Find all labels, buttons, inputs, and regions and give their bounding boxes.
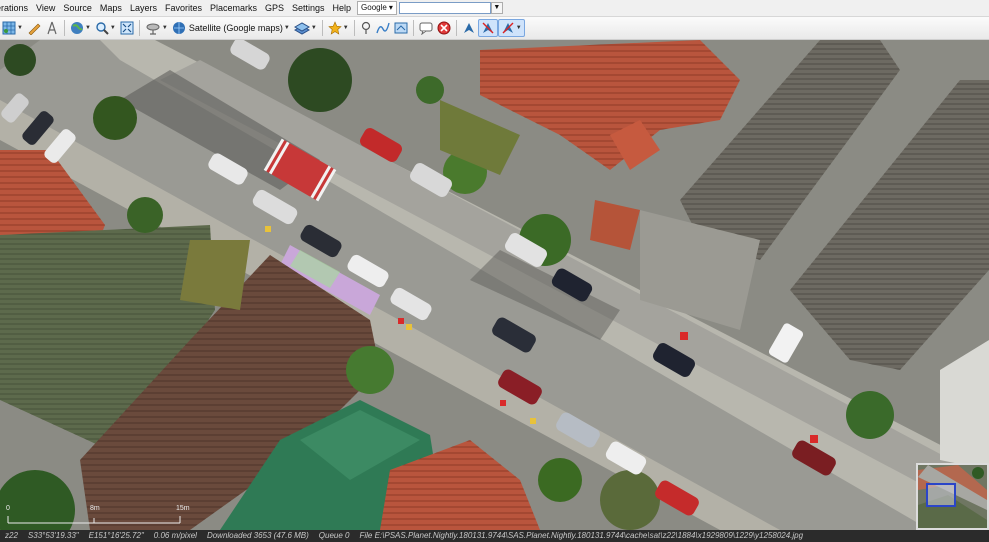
menu-settings[interactable]: Settings <box>288 0 329 16</box>
search-provider-label: Google <box>361 3 387 12</box>
globe-button[interactable]: ▼ <box>68 19 93 37</box>
toolbar-separator <box>321 20 323 36</box>
compass-distance-icon <box>47 21 57 35</box>
scale-label-end: 15m <box>176 505 190 512</box>
search-dropdown-button[interactable]: ▼ <box>490 2 503 14</box>
status-zoom: z22 <box>5 531 18 540</box>
scale-label-mid: 8m <box>90 505 100 512</box>
toolbar-separator <box>138 20 140 36</box>
toolbar-separator <box>412 20 414 36</box>
toolbar-separator <box>63 20 65 36</box>
grid-layer-button[interactable]: ▼ <box>0 19 25 37</box>
scale-label-start: 0 <box>6 505 10 512</box>
messages-button[interactable] <box>417 19 435 37</box>
scale-bar: 0 8m 15m <box>6 505 196 519</box>
menu-operations[interactable]: erations <box>0 0 32 16</box>
favorite-star-icon <box>328 21 342 35</box>
add-placemark-button[interactable] <box>358 19 374 37</box>
gps-settings-icon <box>502 22 514 34</box>
map-type-select[interactable]: Satellite (Google maps) ▼ <box>170 19 292 37</box>
toolbar-separator <box>353 20 355 36</box>
menu-source[interactable]: Source <box>59 0 96 16</box>
status-longitude: E151°16'25.72" <box>88 531 144 540</box>
mini-map-viewport[interactable] <box>926 483 956 507</box>
menu-bar: erations View Source Maps Layers Favorit… <box>0 0 989 17</box>
search-provider-select[interactable]: Google ▾ <box>357 1 397 15</box>
status-latitude: S33°53'19.33" <box>27 531 79 540</box>
gps-settings-button[interactable]: ▼ <box>497 19 525 37</box>
stop-icon <box>437 21 451 35</box>
path-icon <box>376 22 390 34</box>
status-resolution: 0.06 m/pixel <box>153 531 197 540</box>
menu-favorites[interactable]: Favorites <box>161 0 206 16</box>
satellite-dish-icon <box>146 23 160 35</box>
map-type-label: Satellite (Google maps) <box>188 23 283 33</box>
gps-track-icon <box>463 23 474 33</box>
chevron-down-icon: ▾ <box>388 3 393 12</box>
distance-button[interactable] <box>43 19 61 37</box>
add-path-button[interactable] <box>374 19 392 37</box>
pencil-ruler-icon <box>28 23 41 35</box>
menu-help[interactable]: Help <box>329 0 356 16</box>
satellite-source-button[interactable]: ▼ <box>143 19 170 37</box>
gps-center-icon <box>482 22 494 34</box>
message-icon <box>419 22 433 35</box>
gps-track-button[interactable] <box>460 19 478 37</box>
menu-view[interactable]: View <box>32 0 59 16</box>
map-view[interactable] <box>0 40 989 530</box>
mini-map[interactable] <box>916 463 989 530</box>
zoom-icon <box>96 22 109 35</box>
status-bar: z22 S33°53'19.33" E151°16'25.72" 0.06 m/… <box>0 530 989 542</box>
ruler-button[interactable] <box>25 19 43 37</box>
layers-button[interactable]: ▼ <box>292 19 319 37</box>
toolbar-separator <box>455 20 457 36</box>
fullscreen-icon <box>120 21 134 35</box>
add-polygon-button[interactable] <box>392 19 410 37</box>
polygon-icon <box>394 22 408 34</box>
search-input[interactable] <box>398 2 491 14</box>
gps-center-button[interactable] <box>477 19 498 37</box>
menu-layers[interactable]: Layers <box>126 0 161 16</box>
zoom-button[interactable]: ▼ <box>93 19 118 37</box>
satellite-map[interactable] <box>0 40 989 530</box>
menu-gps[interactable]: GPS <box>261 0 288 16</box>
main-toolbar: ▼ ▼ ▼ ▼ Satellite (Google maps) ▼ ▼ ▼ ▼ <box>0 17 989 40</box>
menu-maps[interactable]: Maps <box>96 0 126 16</box>
layer-overlay-icon <box>293 22 310 35</box>
map-source-globe-icon <box>172 22 185 34</box>
menu-placemarks[interactable]: Placemarks <box>206 0 261 16</box>
stop-button[interactable] <box>435 19 453 37</box>
status-file-path: File E:\PSAS.Planet.Nightly.180131.9744\… <box>359 531 804 540</box>
favorites-button[interactable]: ▼ <box>326 19 351 37</box>
grid-layer-icon <box>2 21 16 35</box>
status-downloaded: Downloaded 3653 (47.6 MB) <box>206 531 309 540</box>
globe-icon <box>70 22 83 34</box>
placemark-pin-icon <box>361 21 370 34</box>
status-queue: Queue 0 <box>318 531 350 540</box>
fullscreen-button[interactable] <box>118 19 136 37</box>
